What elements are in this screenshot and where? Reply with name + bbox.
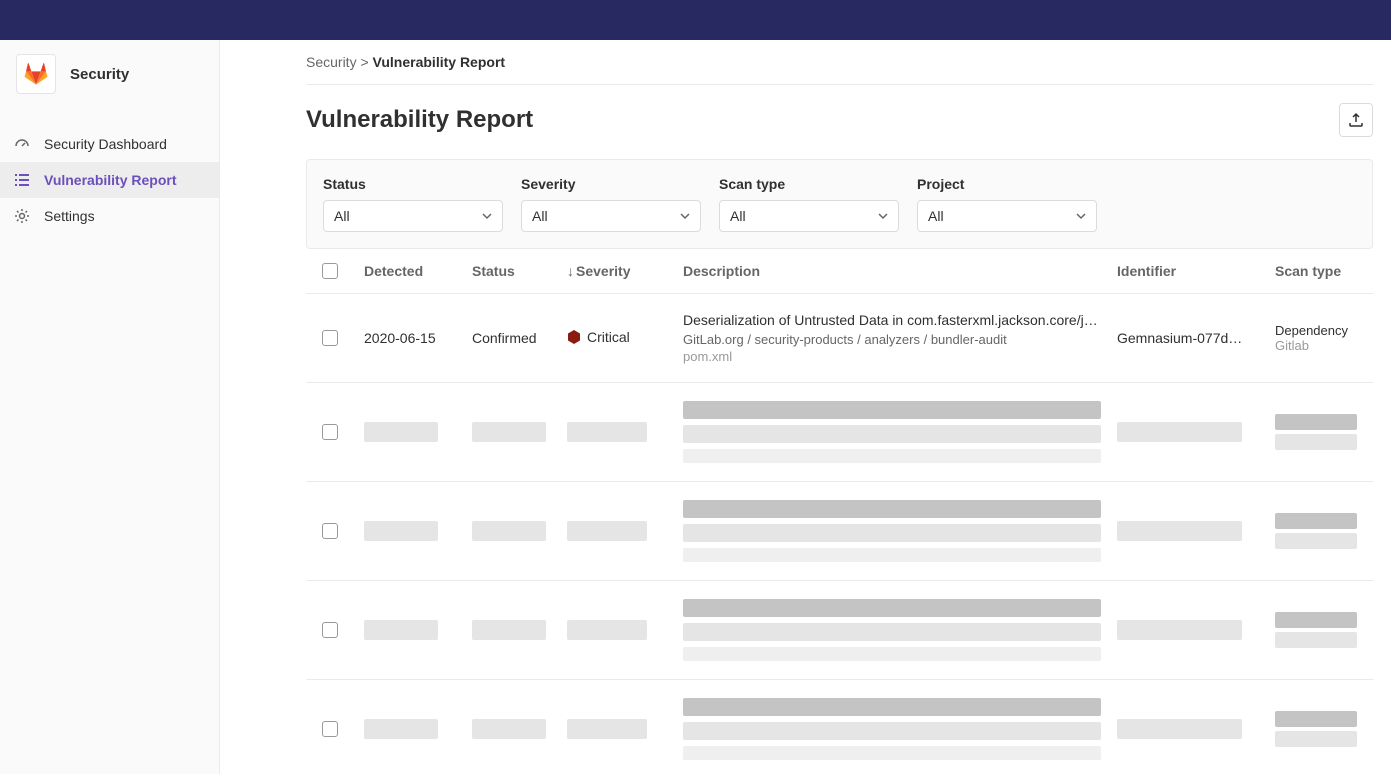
col-header-scan-type[interactable]: Scan type: [1275, 263, 1357, 279]
row-checkbox[interactable]: [322, 622, 338, 638]
col-header-description[interactable]: Description: [683, 263, 1117, 279]
sidebar-item-vulnerability-report[interactable]: Vulnerability Report: [0, 162, 219, 198]
sidebar-item-label: Settings: [44, 208, 95, 224]
table-header: Detected Status ↓Severity Description Id…: [306, 249, 1373, 294]
sidebar-item-settings[interactable]: Settings: [0, 198, 219, 234]
gitlab-logo: [16, 54, 56, 94]
filter-value: All: [334, 208, 350, 224]
col-header-detected[interactable]: Detected: [364, 263, 472, 279]
filter-label-severity: Severity: [521, 176, 701, 192]
filter-value: All: [532, 208, 548, 224]
filter-label-project: Project: [917, 176, 1097, 192]
select-all-checkbox[interactable]: [322, 263, 338, 279]
dashboard-icon: [14, 136, 30, 152]
gear-icon: [14, 208, 30, 224]
cell-status: Confirmed: [472, 330, 567, 346]
severity-badge: Critical: [567, 329, 630, 345]
sidebar-item-label: Vulnerability Report: [44, 172, 177, 188]
filter-label-scan-type: Scan type: [719, 176, 899, 192]
sidebar-item-label: Security Dashboard: [44, 136, 167, 152]
filter-value: All: [928, 208, 944, 224]
sidebar-header: Security: [0, 40, 219, 108]
sidebar-nav: Security Dashboard Vulnerability Report …: [0, 126, 219, 234]
table-row-skeleton: [306, 383, 1373, 482]
table-row-skeleton: [306, 680, 1373, 774]
hexagon-critical-icon: [567, 330, 581, 344]
row-checkbox[interactable]: [322, 424, 338, 440]
cell-detected: 2020-06-15: [364, 330, 472, 346]
breadcrumb-separator: >: [360, 54, 368, 70]
row-checkbox[interactable]: [322, 721, 338, 737]
export-icon: [1348, 112, 1364, 128]
filter-select-project[interactable]: All: [917, 200, 1097, 232]
filter-select-scan-type[interactable]: All: [719, 200, 899, 232]
vulnerability-file: pom.xml: [683, 349, 1101, 364]
cell-identifier: Gemnasium-077d…: [1117, 330, 1275, 346]
list-icon: [14, 172, 30, 188]
vulnerability-title[interactable]: Deserialization of Untrusted Data in com…: [683, 312, 1101, 328]
table-row[interactable]: 2020-06-15 Confirmed Critical Deserializ…: [306, 294, 1373, 383]
col-header-status[interactable]: Status: [472, 263, 567, 279]
main-content: Security > Vulnerability Report Vulnerab…: [220, 40, 1391, 774]
filter-value: All: [730, 208, 746, 224]
gitlab-logo-icon: [24, 62, 48, 86]
table-row-skeleton: [306, 581, 1373, 680]
vulnerability-project-path: GitLab.org / security-products / analyze…: [683, 332, 1101, 347]
breadcrumb-current: Vulnerability Report: [373, 54, 506, 70]
row-checkbox[interactable]: [322, 330, 338, 346]
sidebar: Security Security Dashboard Vulnerabilit…: [0, 40, 220, 774]
filter-select-status[interactable]: All: [323, 200, 503, 232]
chevron-down-icon: [1076, 211, 1086, 221]
filter-label-status: Status: [323, 176, 503, 192]
chevron-down-icon: [680, 211, 690, 221]
chevron-down-icon: [878, 211, 888, 221]
filter-bar: Status All Severity All Scan type: [306, 159, 1373, 249]
chevron-down-icon: [482, 211, 492, 221]
col-header-severity[interactable]: ↓Severity: [567, 263, 683, 279]
sort-arrow-down-icon: ↓: [567, 263, 574, 279]
table-row-skeleton: [306, 482, 1373, 581]
col-header-identifier[interactable]: Identifier: [1117, 263, 1275, 279]
sidebar-item-security-dashboard[interactable]: Security Dashboard: [0, 126, 219, 162]
page-title: Vulnerability Report: [306, 106, 533, 134]
cell-scan-type: Dependency: [1275, 323, 1357, 338]
filter-select-severity[interactable]: All: [521, 200, 701, 232]
breadcrumb: Security > Vulnerability Report: [306, 54, 1373, 85]
export-button[interactable]: [1339, 103, 1373, 137]
row-checkbox[interactable]: [322, 523, 338, 539]
vulnerability-table: Detected Status ↓Severity Description Id…: [306, 249, 1373, 774]
cell-scan-vendor: Gitlab: [1275, 338, 1357, 353]
sidebar-title: Security: [70, 66, 129, 83]
breadcrumb-parent[interactable]: Security: [306, 54, 357, 70]
top-bar: [0, 0, 1391, 40]
severity-text: Critical: [587, 329, 630, 345]
